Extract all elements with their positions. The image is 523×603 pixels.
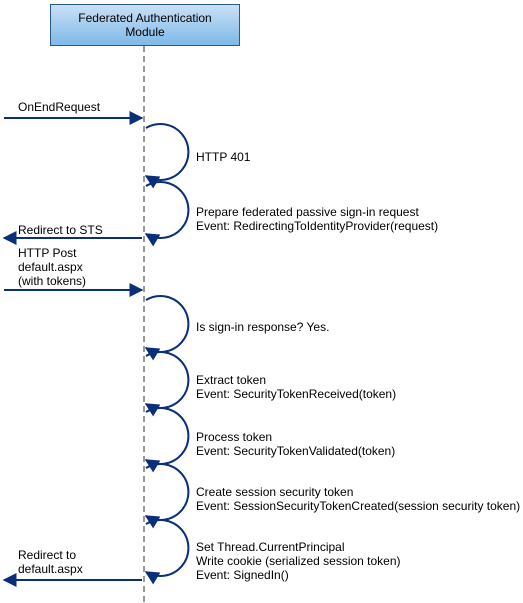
- step-set-3: Event: SignedIn(): [196, 568, 289, 582]
- msg-redirect-default-1: Redirect to: [18, 548, 76, 562]
- step-extract-1: Extract token: [196, 373, 266, 387]
- step-extract-2: Event: SecurityTokenReceived(token): [196, 387, 396, 401]
- step-prepare-1: Prepare federated passive sign-in reques…: [196, 205, 419, 219]
- step-prepare-2: Event: RedirectingToIdentityProvider(req…: [196, 219, 438, 233]
- msg-on-end-request: OnEndRequest: [18, 100, 100, 114]
- participant-title-1: Federated Authentication: [51, 11, 239, 25]
- step-create-1: Create session security token: [196, 485, 353, 499]
- step-signin: Is sign-in response? Yes.: [196, 320, 329, 334]
- participant-box: Federated Authentication Module: [50, 4, 240, 46]
- msg-redirect-sts: Redirect to STS: [18, 223, 103, 237]
- msg-http-post-2: default.aspx: [18, 260, 83, 274]
- msg-http-post-3: (with tokens): [18, 274, 86, 288]
- msg-redirect-default-2: default.aspx: [18, 562, 83, 576]
- participant-title-2: Module: [51, 25, 239, 39]
- step-set-2: Write cookie (serialized session token): [196, 554, 401, 568]
- step-process-1: Process token: [196, 430, 272, 444]
- msg-http-post-1: HTTP Post: [18, 246, 76, 260]
- step-http401: HTTP 401: [196, 150, 250, 164]
- step-create-2: Event: SessionSecurityTokenCreated(sessi…: [196, 499, 520, 513]
- step-set-1: Set Thread.CurrentPrincipal: [196, 540, 345, 554]
- lifeline: [143, 46, 145, 602]
- step-process-2: Event: SecurityTokenValidated(token): [196, 444, 395, 458]
